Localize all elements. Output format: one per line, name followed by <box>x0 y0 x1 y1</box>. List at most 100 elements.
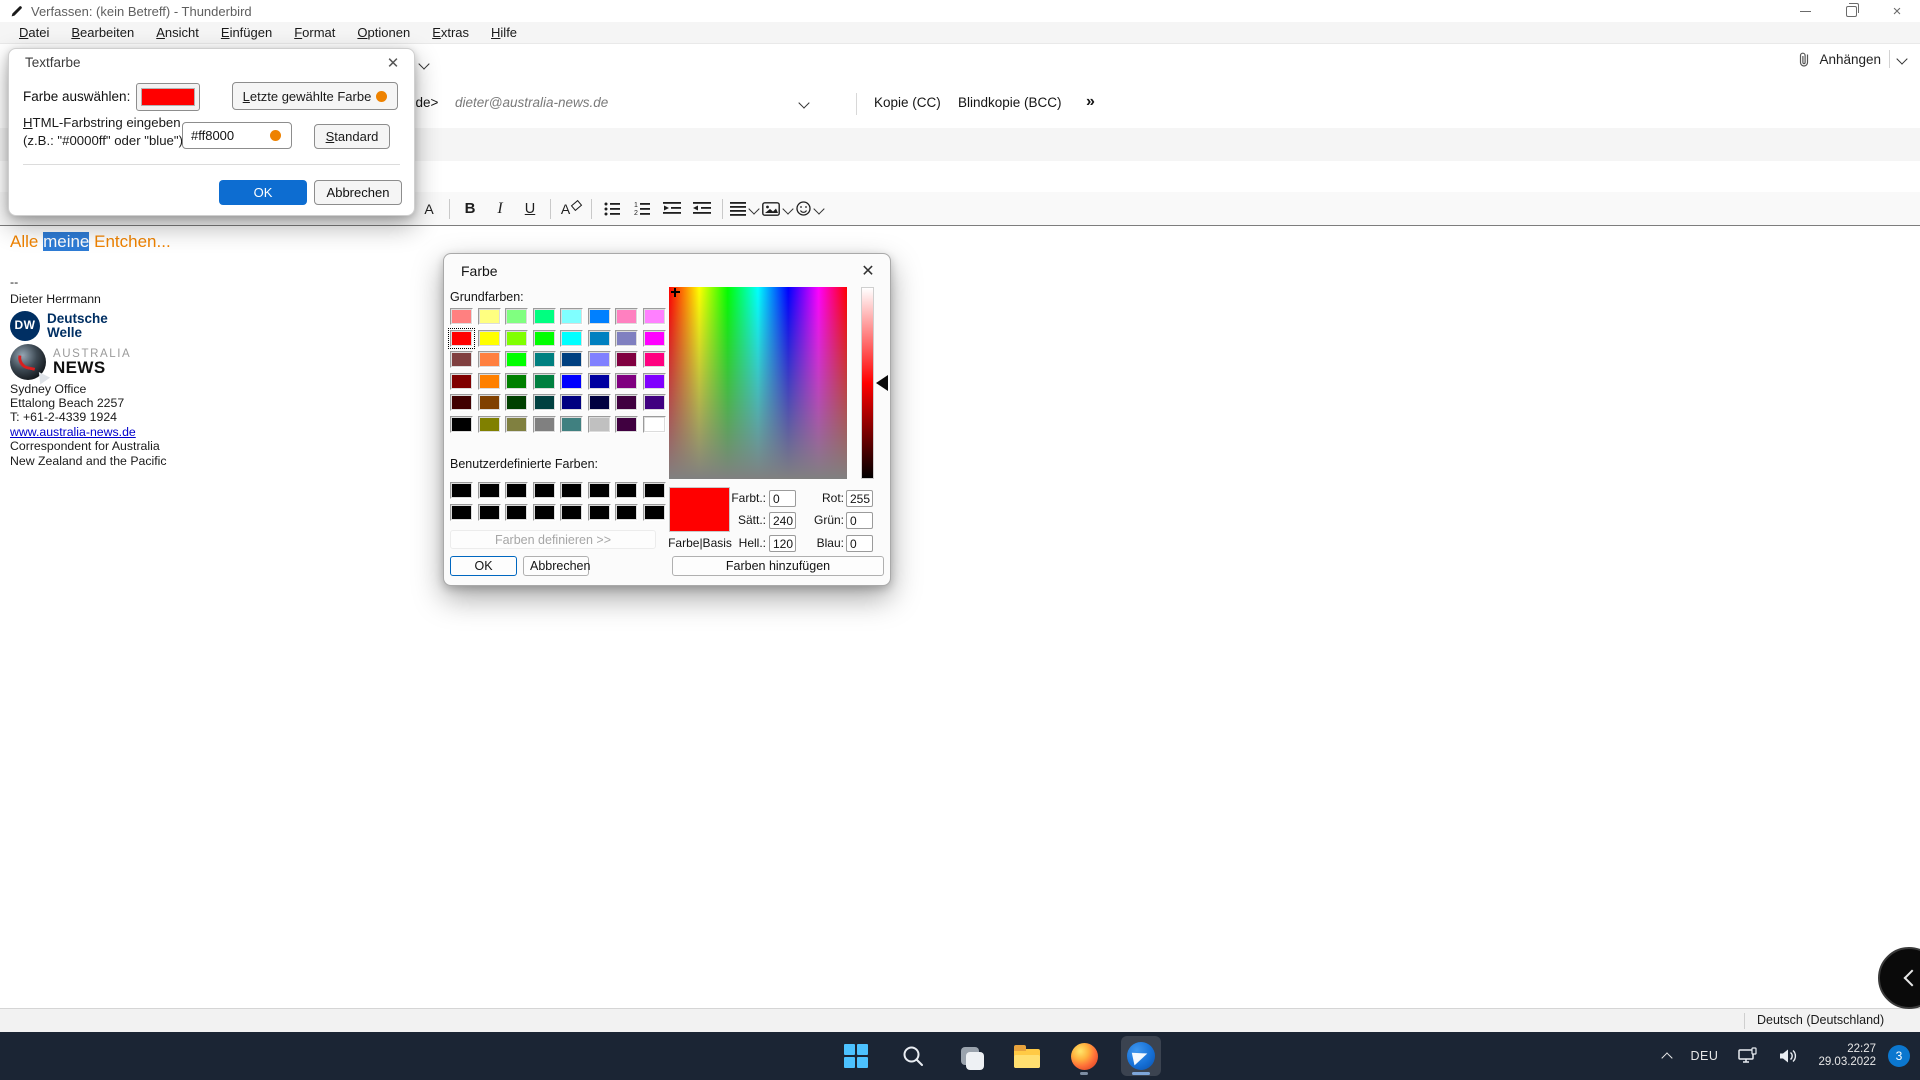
basic-color-swatch[interactable] <box>643 416 666 433</box>
numbered-list-button[interactable]: 12 <box>629 196 655 222</box>
insert-image-button[interactable] <box>762 196 792 222</box>
thunderbird-button[interactable] <box>1121 1036 1161 1076</box>
rgb-0-input[interactable] <box>846 490 873 507</box>
basic-color-swatch[interactable] <box>560 394 583 411</box>
basic-color-swatch[interactable] <box>450 330 473 347</box>
custom-color-swatch[interactable] <box>615 504 638 521</box>
textfarbe-close-button[interactable]: ✕ <box>382 52 404 74</box>
textfarbe-ok-button[interactable]: OK <box>219 180 307 205</box>
basic-color-swatch[interactable] <box>560 373 583 390</box>
alignment-button[interactable] <box>730 196 758 222</box>
basic-color-swatch[interactable] <box>643 373 666 390</box>
basic-color-swatch[interactable] <box>450 416 473 433</box>
basic-color-swatch[interactable] <box>533 394 556 411</box>
keyboard-language-button[interactable]: DEU <box>1691 1049 1719 1063</box>
message-body[interactable]: Alle meine Entchen... -- Dieter Herrmann… <box>0 226 1920 1008</box>
from-dropdown-chevron-icon[interactable] <box>418 58 429 69</box>
tray-show-hidden-button[interactable] <box>1663 1050 1671 1062</box>
indent-button[interactable] <box>689 196 715 222</box>
farbe-cancel-button[interactable]: Abbrechen <box>523 556 589 576</box>
basic-color-swatch[interactable] <box>588 373 611 390</box>
custom-color-swatch[interactable] <box>615 482 638 499</box>
custom-color-swatch[interactable] <box>533 504 556 521</box>
more-recipients-button[interactable]: » <box>1086 93 1095 111</box>
cc-button[interactable]: Kopie (CC) <box>874 95 941 110</box>
basic-color-swatch[interactable] <box>478 351 501 368</box>
basic-color-swatch[interactable] <box>505 394 528 411</box>
basic-color-swatch[interactable] <box>478 308 501 325</box>
basic-color-swatch[interactable] <box>588 351 611 368</box>
basic-color-swatch[interactable] <box>643 308 666 325</box>
basic-color-swatch[interactable] <box>478 330 501 347</box>
basic-color-swatch[interactable] <box>505 373 528 390</box>
attach-button[interactable]: Anhängen <box>1797 50 1906 68</box>
basic-color-swatch[interactable] <box>615 308 638 325</box>
basic-color-swatch[interactable] <box>588 394 611 411</box>
basic-color-swatch[interactable] <box>533 416 556 433</box>
basic-color-swatch[interactable] <box>450 394 473 411</box>
basic-color-swatch[interactable] <box>560 416 583 433</box>
farbe-close-button[interactable]: ✕ <box>856 259 880 283</box>
basic-color-swatch[interactable] <box>615 351 638 368</box>
basic-color-swatch[interactable] <box>533 373 556 390</box>
custom-color-swatch[interactable] <box>478 504 501 521</box>
last-color-button[interactable]: Letzte gewählte Farbe <box>232 82 398 110</box>
basic-color-swatch[interactable] <box>450 373 473 390</box>
rgb-1-input[interactable] <box>846 512 873 529</box>
menu-datei[interactable]: Datei <box>8 23 60 42</box>
insert-smiley-button[interactable] <box>796 196 823 222</box>
basic-color-swatch[interactable] <box>560 308 583 325</box>
basic-color-swatch[interactable] <box>615 416 638 433</box>
menu-hilfe[interactable]: Hilfe <box>480 23 528 42</box>
menu-extras[interactable]: Extras <box>421 23 480 42</box>
recipient-dropdown-chevron-icon[interactable] <box>798 97 809 108</box>
network-button[interactable] <box>1738 1047 1758 1065</box>
define-colors-button[interactable]: Farben definieren >> <box>450 530 656 549</box>
basic-color-swatch[interactable] <box>505 416 528 433</box>
custom-color-swatch[interactable] <box>643 482 666 499</box>
farbe-ok-button[interactable]: OK <box>450 556 517 576</box>
restore-button[interactable] <box>1828 0 1874 22</box>
spellcheck-language[interactable]: Deutsch (Deutschland) <box>1757 1013 1884 1027</box>
bcc-button[interactable]: Blindkopie (BCC) <box>958 95 1062 110</box>
basic-color-swatch[interactable] <box>450 308 473 325</box>
basic-color-swatch[interactable] <box>533 330 556 347</box>
custom-color-swatch[interactable] <box>450 504 473 521</box>
menu-format[interactable]: Format <box>283 23 346 42</box>
custom-color-swatch[interactable] <box>478 482 501 499</box>
notification-badge[interactable]: 3 <box>1888 1045 1910 1067</box>
signature-link[interactable]: www.australia-news.de <box>10 426 167 438</box>
task-view-button[interactable] <box>950 1036 990 1076</box>
add-to-custom-colors-button[interactable]: Farben hinzufügen <box>672 556 884 576</box>
basic-color-swatch[interactable] <box>560 330 583 347</box>
basic-color-swatch[interactable] <box>643 351 666 368</box>
luminance-arrow-handle[interactable] <box>876 375 888 391</box>
basic-color-swatch[interactable] <box>505 351 528 368</box>
basic-color-swatch[interactable] <box>505 330 528 347</box>
volume-button[interactable] <box>1778 1047 1798 1065</box>
menu-optionen[interactable]: Optionen <box>346 23 421 42</box>
minimize-button[interactable] <box>1782 0 1828 22</box>
hue-saturation-field[interactable] <box>669 287 847 479</box>
close-button[interactable]: × <box>1874 0 1920 22</box>
hsl-0-input[interactable] <box>769 490 796 507</box>
custom-color-swatch[interactable] <box>588 482 611 499</box>
italic-button[interactable]: I <box>487 196 513 222</box>
standard-button[interactable]: Standard <box>314 124 390 149</box>
custom-color-swatch[interactable] <box>643 504 666 521</box>
basic-color-swatch[interactable] <box>588 308 611 325</box>
basic-color-swatch[interactable] <box>505 308 528 325</box>
underline-button[interactable]: U <box>517 196 543 222</box>
textfarbe-cancel-button[interactable]: Abbrechen <box>314 180 402 205</box>
basic-color-swatch[interactable] <box>643 394 666 411</box>
basic-color-swatch[interactable] <box>615 394 638 411</box>
start-button[interactable] <box>836 1036 876 1076</box>
basic-color-swatch[interactable] <box>588 330 611 347</box>
custom-color-swatch[interactable] <box>450 482 473 499</box>
basic-color-swatch[interactable] <box>478 373 501 390</box>
menu-bearbeiten[interactable]: Bearbeiten <box>60 23 145 42</box>
font-size-icon-partial[interactable]: A <box>416 196 442 222</box>
menu-einfügen[interactable]: Einfügen <box>210 23 283 42</box>
search-button[interactable] <box>893 1036 933 1076</box>
firefox-button[interactable] <box>1064 1036 1104 1076</box>
